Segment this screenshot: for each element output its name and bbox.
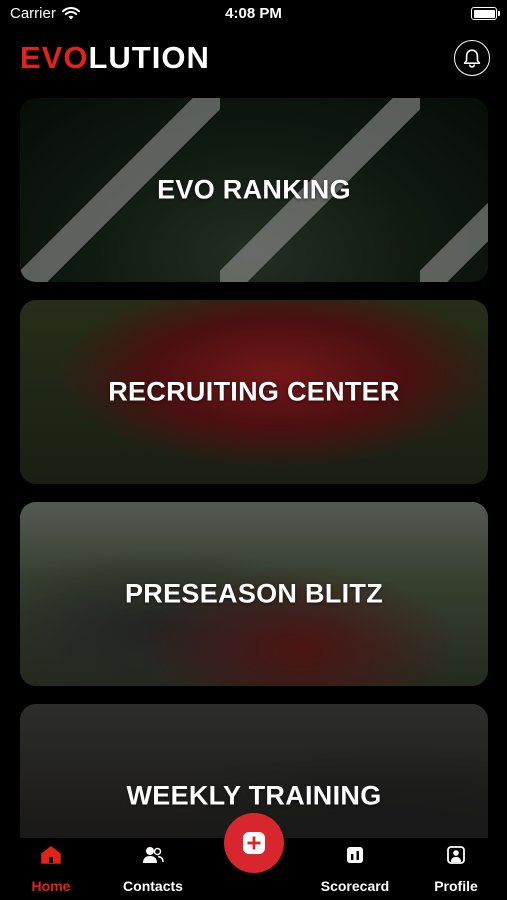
logo-lution: LUTION (88, 40, 210, 75)
logo-evo: EVO (20, 40, 89, 75)
card-title: PRESEASON BLITZ (124, 578, 384, 609)
nav-profile[interactable]: Profile (411, 838, 501, 894)
nav-contacts-label: Contacts (123, 878, 183, 894)
nav-contacts[interactable]: Contacts (108, 838, 198, 894)
app-logo: EVOLUTION (20, 40, 210, 76)
battery-icon (471, 7, 500, 20)
card-title: WEEKLY TRAINING (126, 780, 382, 811)
plus-icon (243, 832, 265, 854)
home-icon (41, 846, 61, 864)
notifications-button[interactable] (454, 40, 490, 76)
card-recruiting-center[interactable]: RECRUITING CENTER (20, 300, 488, 484)
add-button[interactable] (224, 813, 284, 873)
bell-icon (463, 48, 481, 68)
feature-cards: EVO RANKING RECRUITING CENTER PRESEASON … (20, 98, 488, 900)
card-title: EVO RANKING (157, 174, 351, 205)
nav-home-label: Home (31, 878, 71, 894)
nav-scorecard-label: Scorecard (320, 878, 390, 894)
card-evo-ranking[interactable]: EVO RANKING (20, 98, 488, 282)
contacts-icon (143, 847, 164, 863)
nav-home[interactable]: Home (6, 838, 96, 894)
nav-profile-label: Profile (434, 878, 478, 894)
status-bar: Carrier 4:08 PM (0, 0, 507, 30)
scorecard-icon (347, 847, 363, 863)
profile-icon (447, 846, 465, 864)
card-title: RECRUITING CENTER (108, 376, 400, 407)
card-preseason-blitz[interactable]: PRESEASON BLITZ (20, 502, 488, 686)
app-header: EVOLUTION (0, 36, 507, 84)
status-time: 4:08 PM (225, 5, 282, 22)
nav-scorecard[interactable]: Scorecard (310, 838, 400, 894)
